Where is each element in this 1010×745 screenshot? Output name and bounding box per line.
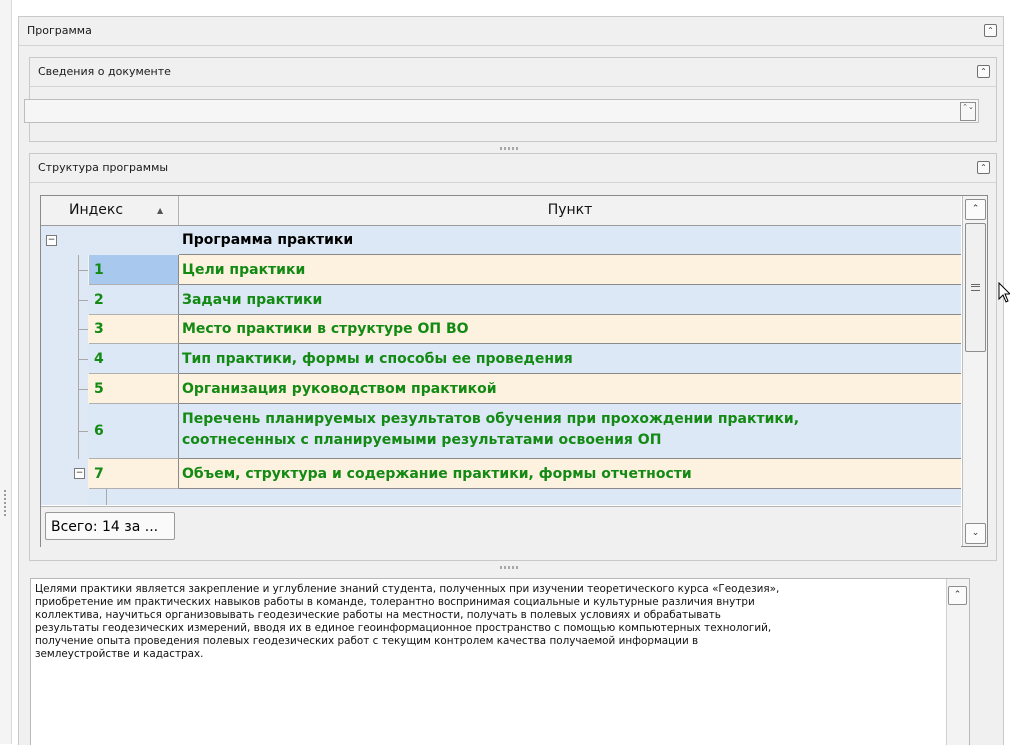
row-label: Тип практики, формы и способы ее проведе…	[182, 351, 573, 367]
row-label: Перечень планируемых результатов обучени…	[182, 411, 800, 448]
row-index-cell: 6	[89, 404, 179, 459]
description-scrollbar[interactable]: ⌃	[946, 579, 969, 745]
collapse-tree-icon[interactable]: −	[74, 468, 85, 479]
row-index: 4	[94, 351, 104, 367]
grid-footer: Всего: 14 за ...	[41, 506, 961, 547]
row-label-cell: Место практики в структуре ОП ВО	[179, 315, 961, 344]
tree-cell	[41, 226, 178, 255]
column-index-header[interactable]: Индекс ▲	[41, 196, 179, 225]
table-row[interactable]: 4 Тип практики, формы и способы ее прове…	[41, 344, 961, 374]
row-label: Объем, структура и содержание практики, …	[182, 466, 692, 482]
description-box[interactable]: Целями практики является закрепление и у…	[30, 578, 970, 745]
tree-cell	[41, 489, 88, 505]
grid-rows: − Программа практики 1 Цели практики 2 З…	[41, 226, 961, 505]
row-label-cell: Цели практики	[179, 255, 961, 285]
grid-vertical-scrollbar[interactable]: ⌃ ⌄	[962, 196, 987, 546]
splitter-top[interactable]	[500, 147, 520, 150]
collapse-tree-icon[interactable]: −	[46, 235, 57, 246]
program-collapse-icon[interactable]: ⌃	[984, 24, 997, 37]
row-index: 6	[94, 423, 104, 439]
row-index: 5	[94, 381, 104, 397]
description-scroll-up-icon[interactable]: ⌃	[948, 586, 967, 605]
tree-connector	[78, 329, 88, 330]
splitter-grip[interactable]	[4, 490, 6, 518]
row-label-cell: Задачи практики	[179, 285, 961, 315]
row-label-cell: Объем, структура и содержание практики, …	[179, 459, 961, 489]
row-index-cell: 4	[89, 344, 179, 374]
row-index-cell: 7	[89, 459, 179, 489]
table-row[interactable]: 2 Задачи практики	[41, 285, 961, 315]
arrow-cursor-icon	[998, 282, 1010, 303]
structure-grid[interactable]: Индекс ▲ Пункт − Программа практики 1 Це…	[40, 195, 988, 547]
table-row[interactable]: 5 Организация руководством практикой	[41, 374, 961, 404]
table-row[interactable]: − 7 Объем, структура и содержание практи…	[41, 459, 961, 489]
row-index: 3	[94, 321, 104, 337]
table-row[interactable]: 6 Перечень планируемых результатов обуче…	[41, 404, 961, 459]
splitter-bottom[interactable]	[500, 566, 520, 569]
tree-connector	[78, 359, 88, 360]
row-index-cell: 1	[89, 255, 179, 285]
row-label: Место практики в структуре ОП ВО	[182, 321, 469, 337]
document-info-collapse-icon[interactable]: ⌃	[977, 65, 990, 78]
program-panel-title: Программа	[27, 24, 92, 37]
spin-icon[interactable]: ⌃⌄	[960, 102, 976, 121]
tree-connector	[106, 489, 107, 505]
row-label: Программа практики	[182, 232, 354, 248]
scroll-down-icon[interactable]: ⌄	[965, 523, 986, 544]
structure-header: Структура программы ⌃	[30, 154, 996, 183]
row-index-cell: 5	[89, 374, 179, 404]
table-row[interactable]: 3 Место практики в структуре ОП ВО	[41, 315, 961, 344]
row-label-cell: Программа практики	[179, 226, 961, 255]
row-index: 7	[94, 466, 104, 482]
row-label-cell	[179, 489, 961, 505]
tree-connector	[78, 431, 88, 432]
document-info-title: Сведения о документе	[38, 65, 171, 78]
grid-header: Индекс ▲ Пункт	[41, 196, 961, 226]
description-text: Целями практики является закрепление и у…	[35, 583, 780, 660]
column-index-label: Индекс	[69, 202, 124, 218]
row-label: Организация руководством практикой	[182, 381, 497, 397]
table-row-partial[interactable]	[41, 489, 961, 505]
row-label: Задачи практики	[182, 292, 323, 308]
sort-ascending-icon: ▲	[157, 206, 164, 215]
row-index: 2	[94, 292, 104, 308]
table-row[interactable]: 1 Цели практики	[41, 255, 961, 285]
thumb-grip	[971, 284, 980, 291]
scroll-thumb[interactable]	[965, 223, 986, 352]
left-splitter[interactable]	[0, 0, 12, 744]
row-index: 1	[94, 262, 104, 278]
table-row[interactable]: − Программа практики	[41, 226, 961, 255]
scroll-up-icon[interactable]: ⌃	[965, 199, 986, 220]
structure-collapse-icon[interactable]: ⌃	[977, 161, 990, 174]
tree-connector	[78, 255, 79, 459]
row-label-cell: Тип практики, формы и способы ее проведе…	[179, 344, 961, 374]
row-label: Цели практики	[182, 262, 306, 278]
row-label-cell: Перечень планируемых результатов обучени…	[179, 404, 961, 459]
tree-connector	[78, 389, 88, 390]
total-count-button[interactable]: Всего: 14 за ...	[45, 512, 175, 540]
tree-connector	[78, 300, 88, 301]
tree-connector	[78, 270, 88, 271]
row-index-cell: 3	[89, 315, 179, 344]
structure-title: Структура программы	[38, 161, 169, 174]
row-label-cell: Организация руководством практикой	[179, 374, 961, 404]
column-item-header[interactable]: Пункт	[179, 196, 961, 225]
program-panel-header: Программа ⌃	[19, 17, 1003, 46]
row-index-cell: 2	[89, 285, 179, 315]
document-info-field[interactable]: ⌃⌄	[24, 99, 979, 123]
document-info-header: Сведения о документе ⌃	[30, 58, 996, 87]
